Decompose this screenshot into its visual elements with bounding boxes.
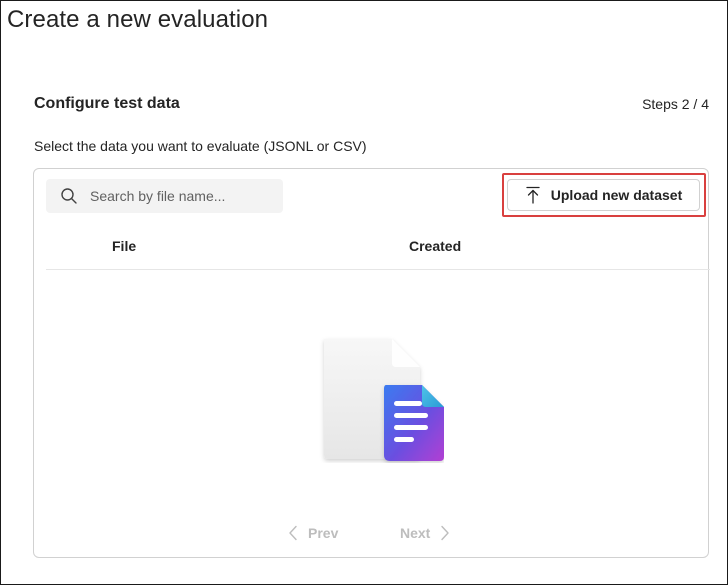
- upload-button-label: Upload new dataset: [550, 187, 683, 203]
- table-header: File Created: [46, 225, 710, 270]
- pagination: Prev Next: [34, 525, 710, 549]
- prev-page-button[interactable]: Prev: [288, 525, 338, 541]
- search-input[interactable]: [90, 188, 270, 204]
- section-title: Configure test data: [34, 95, 180, 112]
- column-header-created[interactable]: Created: [409, 238, 461, 254]
- next-label: Next: [400, 525, 431, 541]
- evaluation-wizard-window: Create a new evaluation Configure test d…: [0, 0, 728, 585]
- search-icon: [61, 188, 77, 204]
- column-header-file[interactable]: File: [112, 238, 136, 254]
- dataset-panel: Upload new dataset File Created: [33, 168, 710, 558]
- chevron-left-icon: [289, 525, 297, 541]
- upload-new-dataset-button[interactable]: Upload new dataset: [507, 179, 700, 211]
- upload-arrow-icon: [526, 186, 540, 204]
- next-page-button[interactable]: Next: [400, 525, 450, 541]
- step-indicator: Steps 2 / 4: [642, 96, 709, 112]
- search-box[interactable]: [46, 179, 283, 213]
- prev-label: Prev: [308, 525, 339, 541]
- instructions-text: Select the data you want to evaluate (JS…: [34, 138, 367, 154]
- page-title: Create a new evaluation: [7, 6, 269, 33]
- empty-state-document-illustration: [324, 339, 444, 461]
- chevron-right-icon: [441, 525, 450, 541]
